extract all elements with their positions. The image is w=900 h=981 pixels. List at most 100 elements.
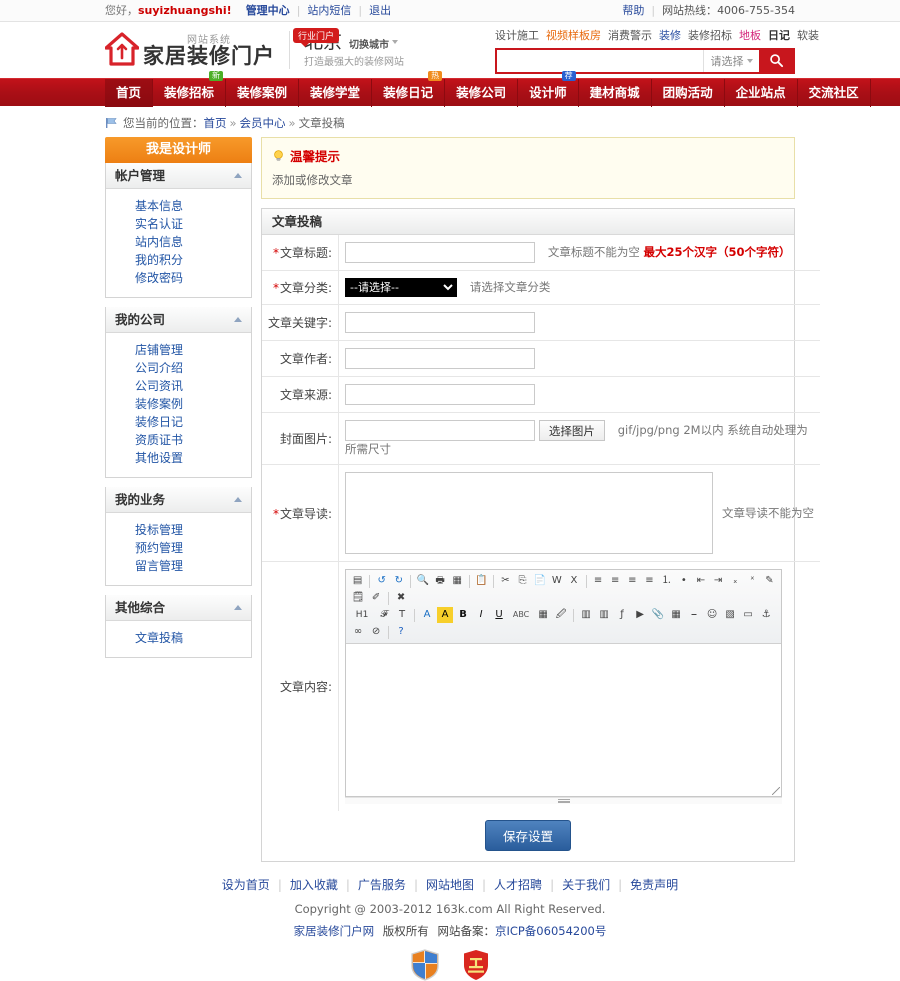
article-keywords-input[interactable] bbox=[345, 312, 536, 333]
sidebar-item-3-0[interactable]: 文章投稿 bbox=[106, 629, 251, 647]
copy-icon[interactable]: ⎘ bbox=[515, 573, 530, 589]
hotword-6[interactable]: 日记 bbox=[768, 29, 790, 42]
flash-icon[interactable]: ƒ bbox=[614, 607, 630, 623]
italic-icon[interactable]: I bbox=[473, 607, 489, 623]
align-justify-icon[interactable]: ≡ bbox=[642, 573, 657, 589]
text-color-icon[interactable]: A bbox=[419, 607, 435, 623]
hotword-2[interactable]: 消费警示 bbox=[608, 29, 652, 42]
numbered-list-icon[interactable]: ⒈ bbox=[659, 573, 674, 589]
footer-link-0[interactable]: 设为首页 bbox=[222, 878, 270, 892]
paste-icon[interactable]: 📋 bbox=[474, 573, 489, 589]
image-icon[interactable]: ▥ bbox=[578, 607, 594, 623]
map-icon[interactable]: ▧ bbox=[722, 607, 738, 623]
nav-item-10[interactable]: 交流社区 bbox=[798, 79, 871, 107]
sidebar-item-1-4[interactable]: 装修日记 bbox=[106, 413, 251, 431]
sidebar-item-0-0[interactable]: 基本信息 bbox=[106, 197, 251, 215]
nav-item-0[interactable]: 首页 bbox=[105, 79, 154, 107]
editor-content-area[interactable] bbox=[346, 644, 782, 796]
sidebar-group-header[interactable]: 帐户管理 bbox=[106, 163, 251, 189]
topbar-link-help[interactable]: 帮助 bbox=[622, 0, 644, 22]
hotword-5[interactable]: 地板 bbox=[739, 29, 761, 42]
preview-icon[interactable]: 🔍 bbox=[415, 573, 430, 589]
sidebar-item-1-2[interactable]: 公司资讯 bbox=[106, 377, 251, 395]
sidebar-item-1-5[interactable]: 资质证书 bbox=[106, 431, 251, 449]
sidebar-item-2-1[interactable]: 预约管理 bbox=[106, 539, 251, 557]
templates-icon[interactable]: ▦ bbox=[450, 573, 465, 589]
cut-icon[interactable]: ✂ bbox=[498, 573, 513, 589]
breadcrumb-item-home[interactable]: 首页 bbox=[204, 112, 227, 134]
sidebar-item-1-6[interactable]: 其他设置 bbox=[106, 449, 251, 467]
redo-icon[interactable]: ↻ bbox=[391, 573, 406, 589]
remove-format-icon[interactable]: ✖ bbox=[393, 590, 409, 606]
source-icon[interactable]: ▤ bbox=[350, 573, 365, 589]
paste-plain-icon[interactable]: 📄 bbox=[532, 573, 547, 589]
bg-color-icon[interactable]: A bbox=[437, 607, 454, 623]
nav-item-5[interactable]: 装修公司 bbox=[445, 79, 519, 107]
strikethrough-icon[interactable]: ABC bbox=[509, 607, 533, 623]
table-icon[interactable]: ▦ bbox=[668, 607, 684, 623]
sidebar-item-1-1[interactable]: 公司介绍 bbox=[106, 359, 251, 377]
subscript-icon[interactable]: ₓ bbox=[728, 573, 743, 589]
align-left-icon[interactable]: ≡ bbox=[591, 573, 606, 589]
nav-item-6[interactable]: 设计师 荐 bbox=[518, 71, 579, 107]
font-icon[interactable]: 𝓕 bbox=[376, 607, 392, 623]
footer-site-name[interactable]: 家居装修门户网 bbox=[294, 924, 375, 938]
form-icon[interactable]: ▭ bbox=[740, 607, 756, 623]
bulleted-list-icon[interactable]: • bbox=[676, 573, 691, 589]
footer-link-4[interactable]: 人才招聘 bbox=[494, 878, 542, 892]
search-category-select[interactable]: 请选择 bbox=[703, 49, 759, 72]
article-title-input[interactable] bbox=[345, 242, 536, 263]
article-source-input[interactable] bbox=[345, 384, 536, 405]
police-shield-badge-icon[interactable] bbox=[410, 949, 440, 981]
undo-icon[interactable]: ↺ bbox=[374, 573, 389, 589]
cover-image-path-input[interactable] bbox=[345, 420, 536, 441]
unlink-icon[interactable]: ⊘ bbox=[368, 624, 384, 640]
breadcrumb-item-member-center[interactable]: 会员中心 bbox=[240, 112, 286, 134]
footer-link-2[interactable]: 广告服务 bbox=[358, 878, 406, 892]
superscript-icon[interactable]: ˣ bbox=[745, 573, 760, 589]
article-category-select[interactable]: --请选择-- bbox=[345, 278, 458, 297]
underline-icon[interactable]: U bbox=[491, 607, 507, 623]
nav-item-4[interactable]: 装修日记 热 bbox=[372, 71, 446, 107]
link-icon[interactable]: ∞ bbox=[350, 624, 366, 640]
paste-excel-icon[interactable]: X bbox=[566, 573, 581, 589]
sidebar-group-header[interactable]: 其他综合 bbox=[106, 595, 251, 621]
heading-icon[interactable]: H1 bbox=[350, 607, 374, 623]
site-logo[interactable]: 网站系统 行业门户 家居装修门户 bbox=[105, 28, 340, 68]
topbar-link-admin-center[interactable]: 管理中心 bbox=[246, 0, 290, 22]
page-break-icon[interactable]: ⎯ bbox=[686, 607, 702, 623]
record-number[interactable]: 京ICP备06054200号 bbox=[495, 924, 606, 938]
sidebar-group-header[interactable]: 我的公司 bbox=[106, 307, 251, 333]
print-icon[interactable]: 🖶 bbox=[433, 573, 448, 589]
hotword-7[interactable]: 软装 bbox=[797, 29, 819, 42]
save-settings-button[interactable]: 保存设置 bbox=[484, 820, 571, 851]
sidebar-item-0-2[interactable]: 站内信息 bbox=[106, 233, 251, 251]
sidebar-item-2-2[interactable]: 留言管理 bbox=[106, 557, 251, 575]
trust-seal-badge-icon[interactable] bbox=[462, 949, 490, 981]
footer-link-3[interactable]: 网站地图 bbox=[426, 878, 474, 892]
nav-item-3[interactable]: 装修学堂 bbox=[299, 79, 373, 107]
editor-resize-handle[interactable] bbox=[345, 797, 783, 804]
attachment-icon[interactable]: 📎 bbox=[650, 607, 666, 623]
footer-link-1[interactable]: 加入收藏 bbox=[290, 878, 338, 892]
nav-item-8[interactable]: 团购活动 bbox=[652, 79, 725, 107]
nav-item-7[interactable]: 建材商城 bbox=[579, 79, 652, 107]
eraser-icon[interactable]: ✐ bbox=[368, 590, 384, 606]
outdent-icon[interactable]: ⇤ bbox=[693, 573, 708, 589]
indent-icon[interactable]: ⇥ bbox=[710, 573, 725, 589]
article-author-input[interactable] bbox=[345, 348, 536, 369]
topbar-link-messages[interactable]: 站内短信 bbox=[307, 0, 351, 22]
table-grid-icon[interactable]: ▦ bbox=[535, 607, 551, 623]
sidebar-item-0-3[interactable]: 我的积分 bbox=[106, 251, 251, 269]
anchor-icon[interactable]: ⚓ bbox=[758, 607, 774, 623]
sidebar-item-2-0[interactable]: 投标管理 bbox=[106, 521, 251, 539]
search-button[interactable] bbox=[759, 49, 793, 72]
switch-city-link[interactable]: 切换城市 bbox=[349, 40, 389, 52]
image-multi-icon[interactable]: ▥ bbox=[596, 607, 612, 623]
nav-item-2[interactable]: 装修案例 bbox=[226, 79, 300, 107]
sidebar-group-header[interactable]: 我的业务 bbox=[106, 487, 251, 513]
sidebar-item-1-0[interactable]: 店铺管理 bbox=[106, 341, 251, 359]
search-input[interactable] bbox=[497, 49, 703, 72]
spellcheck-icon[interactable]: 🗒 bbox=[350, 590, 366, 606]
nav-item-1[interactable]: 装修招标 新 bbox=[153, 71, 227, 107]
